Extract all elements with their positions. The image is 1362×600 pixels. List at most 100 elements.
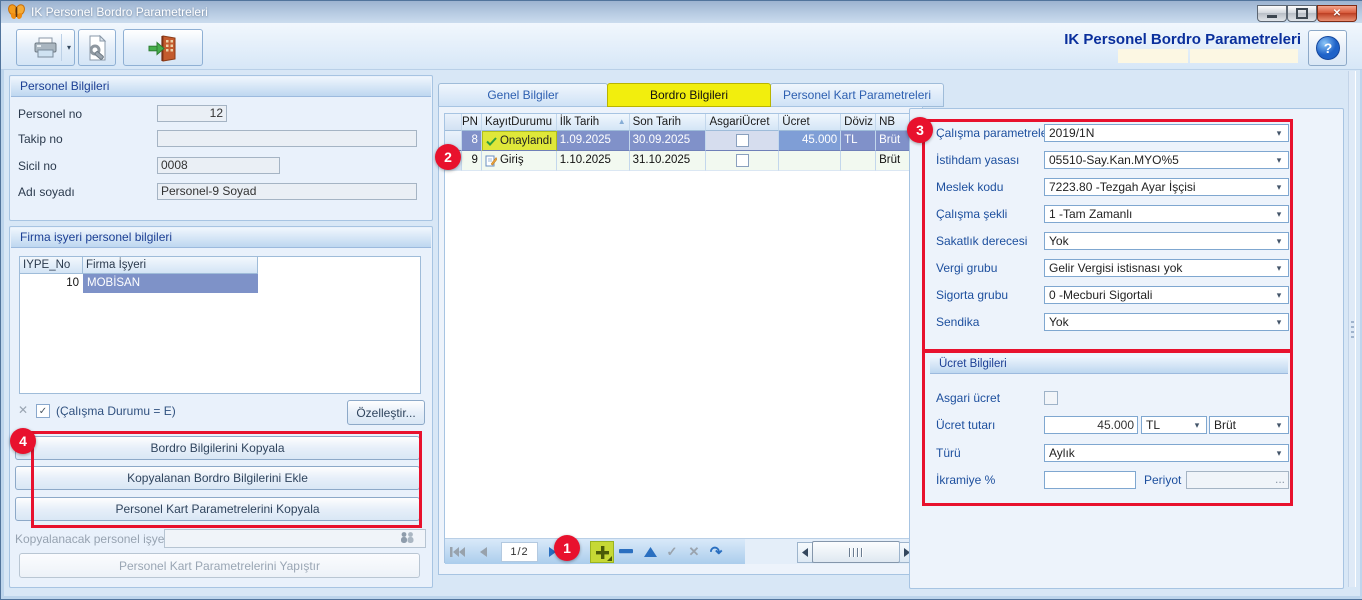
chevron-down-icon[interactable]: ▾: [1272, 179, 1286, 195]
chevron-down-icon[interactable]: ▾: [1272, 260, 1286, 276]
chevron-down-icon[interactable]: ▾: [1190, 417, 1204, 433]
grid-header-row: BPN KayıtDurumu İlk Tarih▲ Son Tarih Asg…: [445, 114, 914, 131]
meslek-kodu-combo[interactable]: 7223.80 -Tezgah Ayar İşçisi▾: [1044, 178, 1289, 196]
report-settings-button[interactable]: [78, 29, 116, 66]
close-icon: ✕: [1333, 8, 1341, 19]
cell-bpn[interactable]: 9: [462, 151, 482, 171]
chevron-down-icon[interactable]: ▾: [1272, 287, 1286, 303]
istihdam-yasasi-combo[interactable]: 05510-Say.Kan.MYO%5 ▾: [1044, 151, 1289, 169]
cancel-edit-button[interactable]: ✕: [685, 543, 703, 560]
refresh-button[interactable]: ↷: [707, 543, 725, 560]
tab-personel-kart-parametreleri[interactable]: Personel Kart Parametreleri: [770, 83, 944, 107]
tab-bordro-bilgileri[interactable]: Bordro Bilgileri: [607, 83, 771, 107]
add-record-button[interactable]: [590, 541, 614, 563]
col-doviz[interactable]: Döviz: [841, 114, 876, 131]
combo-value: 05510-Say.Kan.MYO%5: [1049, 153, 1179, 167]
adi-soyadi-field[interactable]: Personel-9 Soyad: [157, 183, 417, 200]
kopyalanacak-field[interactable]: [164, 529, 426, 548]
kopyalanan-bordro-bilgilerini-ekle-button[interactable]: Kopyalanan Bordro Bilgilerini Ekle: [15, 466, 420, 490]
col-ilk-tarih[interactable]: İlk Tarih▲: [557, 114, 630, 131]
personel-no-field[interactable]: 12: [157, 105, 227, 122]
chevron-down-icon[interactable]: ▾: [1272, 314, 1286, 330]
sendika-combo[interactable]: Yok▾: [1044, 313, 1289, 331]
cell-asgari-ucret[interactable]: [706, 131, 779, 151]
help-button[interactable]: ?: [1308, 30, 1347, 66]
col-kayit-durumu[interactable]: KayıtDurumu: [482, 114, 557, 131]
status-text: Giriş: [500, 151, 524, 170]
firma-col-iype-no[interactable]: IYPE_No: [20, 257, 83, 274]
tab-genel-bilgiler[interactable]: Genel Bilgiler: [438, 83, 608, 107]
chevron-down-icon[interactable]: ▾: [1272, 152, 1286, 168]
cell-son-tarih[interactable]: 30.09.2025: [630, 131, 707, 151]
hscroll-left-arrow[interactable]: [797, 542, 813, 563]
chevron-down-icon[interactable]: ▾: [1272, 445, 1286, 461]
cell-ilk-tarih[interactable]: 1.10.2025: [557, 151, 630, 171]
chevron-down-icon[interactable]: ▾: [1272, 125, 1286, 141]
cell-kayit-durumu[interactable]: Giriş: [482, 151, 557, 171]
customize-button[interactable]: Özelleştir...: [347, 400, 425, 425]
personel-kart-parametrelerini-kopyala-button[interactable]: Personel Kart Parametrelerini Kopyala: [15, 497, 420, 521]
entry-edit-icon: [485, 155, 497, 167]
close-button[interactable]: ✕: [1317, 5, 1357, 22]
periyot-field[interactable]: ...: [1186, 471, 1289, 489]
firma-row-no[interactable]: 10: [20, 274, 83, 293]
col-bpn[interactable]: BPN: [462, 114, 482, 131]
header-field-placeholder: [1190, 49, 1298, 63]
doviz-combo[interactable]: TL▾: [1141, 416, 1207, 434]
personel-kart-parametrelerini-yapistir-button[interactable]: Personel Kart Parametrelerini Yapıştır: [19, 553, 420, 578]
print-dropdown-arrow-icon[interactable]: ▾: [67, 43, 71, 52]
ikramiye-field[interactable]: [1044, 471, 1136, 489]
sicil-no-field[interactable]: 0008: [157, 157, 280, 174]
previous-record-button[interactable]: [474, 543, 492, 560]
filter-clear-icon[interactable]: ✕: [18, 403, 28, 417]
minimize-button[interactable]: [1257, 5, 1287, 22]
post-edit-button[interactable]: ✓: [663, 543, 681, 560]
bordro-bilgilerini-kopyala-button[interactable]: Bordro Bilgilerini Kopyala: [15, 436, 420, 460]
exit-button[interactable]: [123, 29, 203, 66]
page-title: IK Personel Bordro Parametreleri: [1064, 31, 1301, 48]
ellipsis-button[interactable]: ...: [1275, 472, 1285, 487]
hscroll-thumb[interactable]: [812, 541, 900, 563]
chevron-down-icon[interactable]: ▾: [1272, 233, 1286, 249]
cell-son-tarih[interactable]: 31.10.2025: [630, 151, 707, 171]
restore-button[interactable]: [1287, 5, 1317, 22]
col-ucret[interactable]: Ücret: [779, 114, 841, 131]
cell-doviz[interactable]: [841, 151, 876, 171]
cell-ilk-tarih[interactable]: 1.09.2025: [557, 131, 630, 151]
firma-row-name[interactable]: MOBİSAN: [83, 274, 258, 293]
asgari-ucret-checkbox[interactable]: [1044, 391, 1058, 405]
vergi-grubu-combo[interactable]: Gelir Vergisi istisnası yok▾: [1044, 259, 1289, 277]
asgari-checkbox[interactable]: [736, 134, 749, 147]
print-button[interactable]: ▾: [16, 29, 75, 66]
sakatlik-derecesi-combo[interactable]: Yok▾: [1044, 232, 1289, 250]
sigorta-grubu-combo[interactable]: 0 -Mecburi Sigortali▾: [1044, 286, 1289, 304]
col-son-tarih[interactable]: Son Tarih: [630, 114, 707, 131]
cell-asgari-ucret[interactable]: [706, 151, 779, 171]
panel-splitter[interactable]: [1348, 71, 1356, 587]
delete-record-button[interactable]: [617, 543, 635, 560]
calisma-parametreleri-combo[interactable]: 2019/1N▾: [1044, 124, 1289, 142]
cell-bpn[interactable]: 8: [462, 131, 482, 151]
grid-row[interactable]: 9 Giriş 1.10.2025 31.10.2025 Brüt: [445, 151, 914, 171]
edit-record-button[interactable]: [641, 543, 659, 560]
first-record-button[interactable]: [448, 543, 466, 560]
col-asgari-ucret[interactable]: AsgariÜcret: [706, 114, 779, 131]
asgari-checkbox[interactable]: [736, 154, 749, 167]
grid-row-selected[interactable]: 8 Onaylandı 1.09.2025 30.09.2025 45.000 …: [445, 131, 914, 151]
cell-kayit-durumu[interactable]: Onaylandı: [482, 131, 557, 151]
net-brut-combo[interactable]: Brüt▾: [1209, 416, 1289, 434]
takip-no-field[interactable]: [157, 130, 417, 147]
firma-col-firma-isyeri[interactable]: Firma İşyeri: [83, 257, 258, 274]
cell-ucret[interactable]: [779, 151, 841, 171]
chevron-down-icon[interactable]: ▾: [1272, 206, 1286, 222]
calisma-sekli-combo[interactable]: 1 -Tam Zamanlı▾: [1044, 205, 1289, 223]
chevron-down-icon[interactable]: ▾: [1272, 417, 1286, 433]
people-picker-icon[interactable]: [399, 531, 415, 544]
filter-checkbox[interactable]: ✓: [36, 404, 50, 418]
sigorta-grubu-label: Sigorta grubu: [936, 288, 1008, 302]
turu-combo[interactable]: Aylık▾: [1044, 444, 1289, 462]
cell-ucret[interactable]: 45.000: [779, 131, 841, 151]
cell-doviz[interactable]: TL: [841, 131, 876, 151]
minimize-icon: [1267, 15, 1277, 18]
ucret-tutari-field[interactable]: 45.000: [1044, 416, 1138, 434]
